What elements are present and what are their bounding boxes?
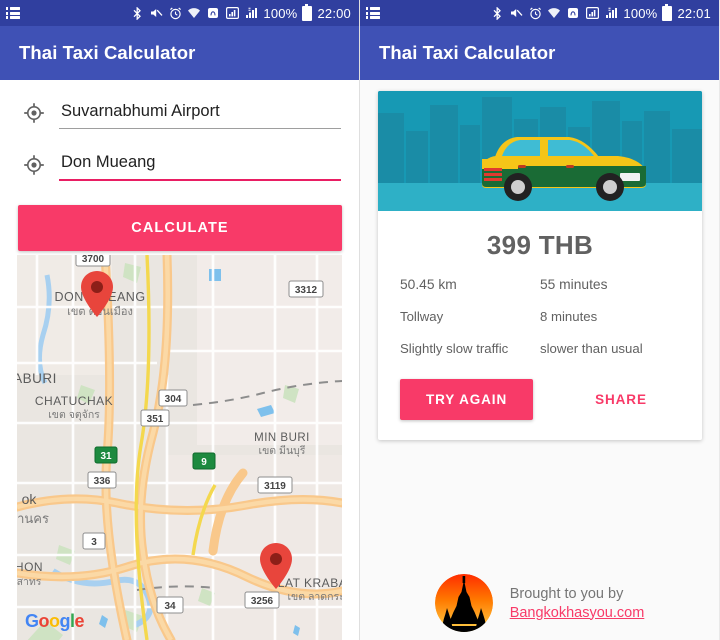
detail-row: Tollway 8 minutes xyxy=(400,309,680,324)
map-place-label-th: านคร xyxy=(17,511,49,526)
detail-distance: 50.45 km xyxy=(400,277,457,292)
svg-text:34: 34 xyxy=(164,601,176,612)
footer-line-1: Brought to you by xyxy=(509,585,624,602)
signal-sim1-icon xyxy=(225,6,239,20)
destination-field-row xyxy=(18,153,341,181)
map-view[interactable]: 3700 3312 31 304 351 336 9 3119 3 3256 3… xyxy=(17,255,342,640)
map-place-label-th: เขต ลาดกระบัง xyxy=(287,591,342,603)
map-place-label: MIN BURI xyxy=(254,432,310,444)
nfc-icon xyxy=(566,6,580,20)
app-bar-right: Thai Taxi Calculator xyxy=(360,26,719,80)
clock-left: 22:00 xyxy=(317,5,351,21)
bluetooth-icon xyxy=(490,6,504,20)
map-place-label: CHATUCHAK xyxy=(35,394,113,408)
list-menu-icon xyxy=(6,7,20,19)
detail-traffic-compare: slower than usual xyxy=(540,341,643,356)
battery-percent-left: 100% xyxy=(263,5,298,21)
map-place-label-th: สาทร xyxy=(17,576,42,588)
trip-input-form: CALCULATE xyxy=(0,80,359,251)
list-menu-icon xyxy=(366,7,380,19)
mute-icon xyxy=(149,6,163,20)
detail-traffic: Slightly slow traffic xyxy=(400,341,509,356)
origin-field-row xyxy=(18,102,341,129)
right-panel-result-screen: 100% 22:01 Thai Taxi Calculator 399 THB … xyxy=(360,0,719,640)
trip-details: 50.45 km 55 minutes Tollway 8 minutes Sl… xyxy=(378,277,702,356)
calculate-button[interactable]: CALCULATE xyxy=(18,205,342,251)
mute-icon xyxy=(509,6,523,20)
footer-attribution: Brought to you by Bangkokhasyou.com xyxy=(360,574,719,632)
signal-sim1-icon xyxy=(585,6,599,20)
map-place-label-th: เขต มีนบุรี xyxy=(259,444,306,457)
road-shield: 3312 xyxy=(288,280,324,298)
status-bar-right: 100% 22:01 xyxy=(360,0,719,26)
svg-text:3700: 3700 xyxy=(82,255,105,265)
map-place-label: LAT KRABANG xyxy=(278,576,342,590)
signal-sim2-icon xyxy=(244,6,258,20)
battery-full-icon xyxy=(662,3,673,21)
wifi-icon xyxy=(547,6,561,20)
alarm-icon xyxy=(168,6,182,20)
map-place-label: HON xyxy=(17,560,43,574)
battery-full-icon xyxy=(302,3,313,21)
try-again-button[interactable]: TRY AGAIN xyxy=(400,379,534,420)
wifi-icon xyxy=(187,6,201,20)
detail-row: Slightly slow traffic slower than usual xyxy=(400,341,680,356)
bangkok-temple-sunset-logo xyxy=(434,574,493,632)
clock-right: 22:01 xyxy=(677,5,711,21)
gps-crosshair-icon[interactable] xyxy=(23,154,45,176)
page-title-left: Thai Taxi Calculator xyxy=(19,42,196,63)
map-place-label-th: เขต จตุจักร xyxy=(48,409,100,421)
road-shield: 3119 xyxy=(257,476,293,494)
destination-input[interactable] xyxy=(59,153,341,179)
detail-duration: 55 minutes xyxy=(540,277,608,292)
svg-text:336: 336 xyxy=(94,476,111,487)
signal-sim2-icon xyxy=(604,6,618,20)
origin-input[interactable] xyxy=(59,102,341,128)
nfc-icon xyxy=(206,6,220,20)
map-canvas: 3700 3312 31 304 351 336 9 3119 3 3256 3… xyxy=(17,255,342,640)
svg-text:3312: 3312 xyxy=(295,285,318,296)
road-shield: 304 xyxy=(158,389,188,407)
road-shield: 3700 xyxy=(75,255,111,267)
alarm-icon xyxy=(528,6,542,20)
share-button[interactable]: SHARE xyxy=(589,391,653,408)
road-shield: 351 xyxy=(140,409,170,427)
fare-result-card: 399 THB 50.45 km 55 minutes Tollway 8 mi… xyxy=(378,91,702,440)
status-bar-left: 100% 22:00 xyxy=(0,0,359,26)
left-panel-input-screen: 100% 22:00 Thai Taxi Calculator Suvarnab… xyxy=(0,0,360,640)
road-shield: 34 xyxy=(156,596,184,614)
svg-text:351: 351 xyxy=(147,414,164,425)
svg-text:3119: 3119 xyxy=(264,481,286,492)
svg-text:3: 3 xyxy=(91,537,97,548)
taxi-illustration xyxy=(378,91,702,211)
gps-crosshair-icon[interactable] xyxy=(23,102,45,124)
map-place-label: ABURI xyxy=(17,371,57,386)
road-shield: 9 xyxy=(192,452,216,470)
road-shield xyxy=(90,455,118,471)
svg-text:9: 9 xyxy=(201,457,207,468)
battery-percent-right: 100% xyxy=(623,5,658,21)
detail-delay: 8 minutes xyxy=(540,309,598,324)
svg-text:3256: 3256 xyxy=(251,596,274,607)
bluetooth-icon xyxy=(130,6,144,20)
detail-row: 50.45 km 55 minutes xyxy=(400,277,680,292)
google-watermark: Google xyxy=(25,611,85,631)
road-shield: 3 xyxy=(82,532,106,550)
page-title-right: Thai Taxi Calculator xyxy=(379,42,556,63)
road-shield: 3256 xyxy=(244,591,280,609)
app-bar-left: Thai Taxi Calculator xyxy=(0,26,359,80)
detail-route-type: Tollway xyxy=(400,309,444,324)
map-place-label: ok xyxy=(22,491,38,507)
fare-amount: 399 THB xyxy=(486,230,594,260)
footer-link[interactable]: Bangkokhasyou.com xyxy=(510,605,645,621)
card-actions: TRY AGAIN SHARE xyxy=(378,373,702,440)
road-shield: 336 xyxy=(87,471,117,489)
svg-text:304: 304 xyxy=(165,394,182,405)
dual-screenshot-container: 100% 22:00 Thai Taxi Calculator Suvarnab… xyxy=(0,0,720,640)
